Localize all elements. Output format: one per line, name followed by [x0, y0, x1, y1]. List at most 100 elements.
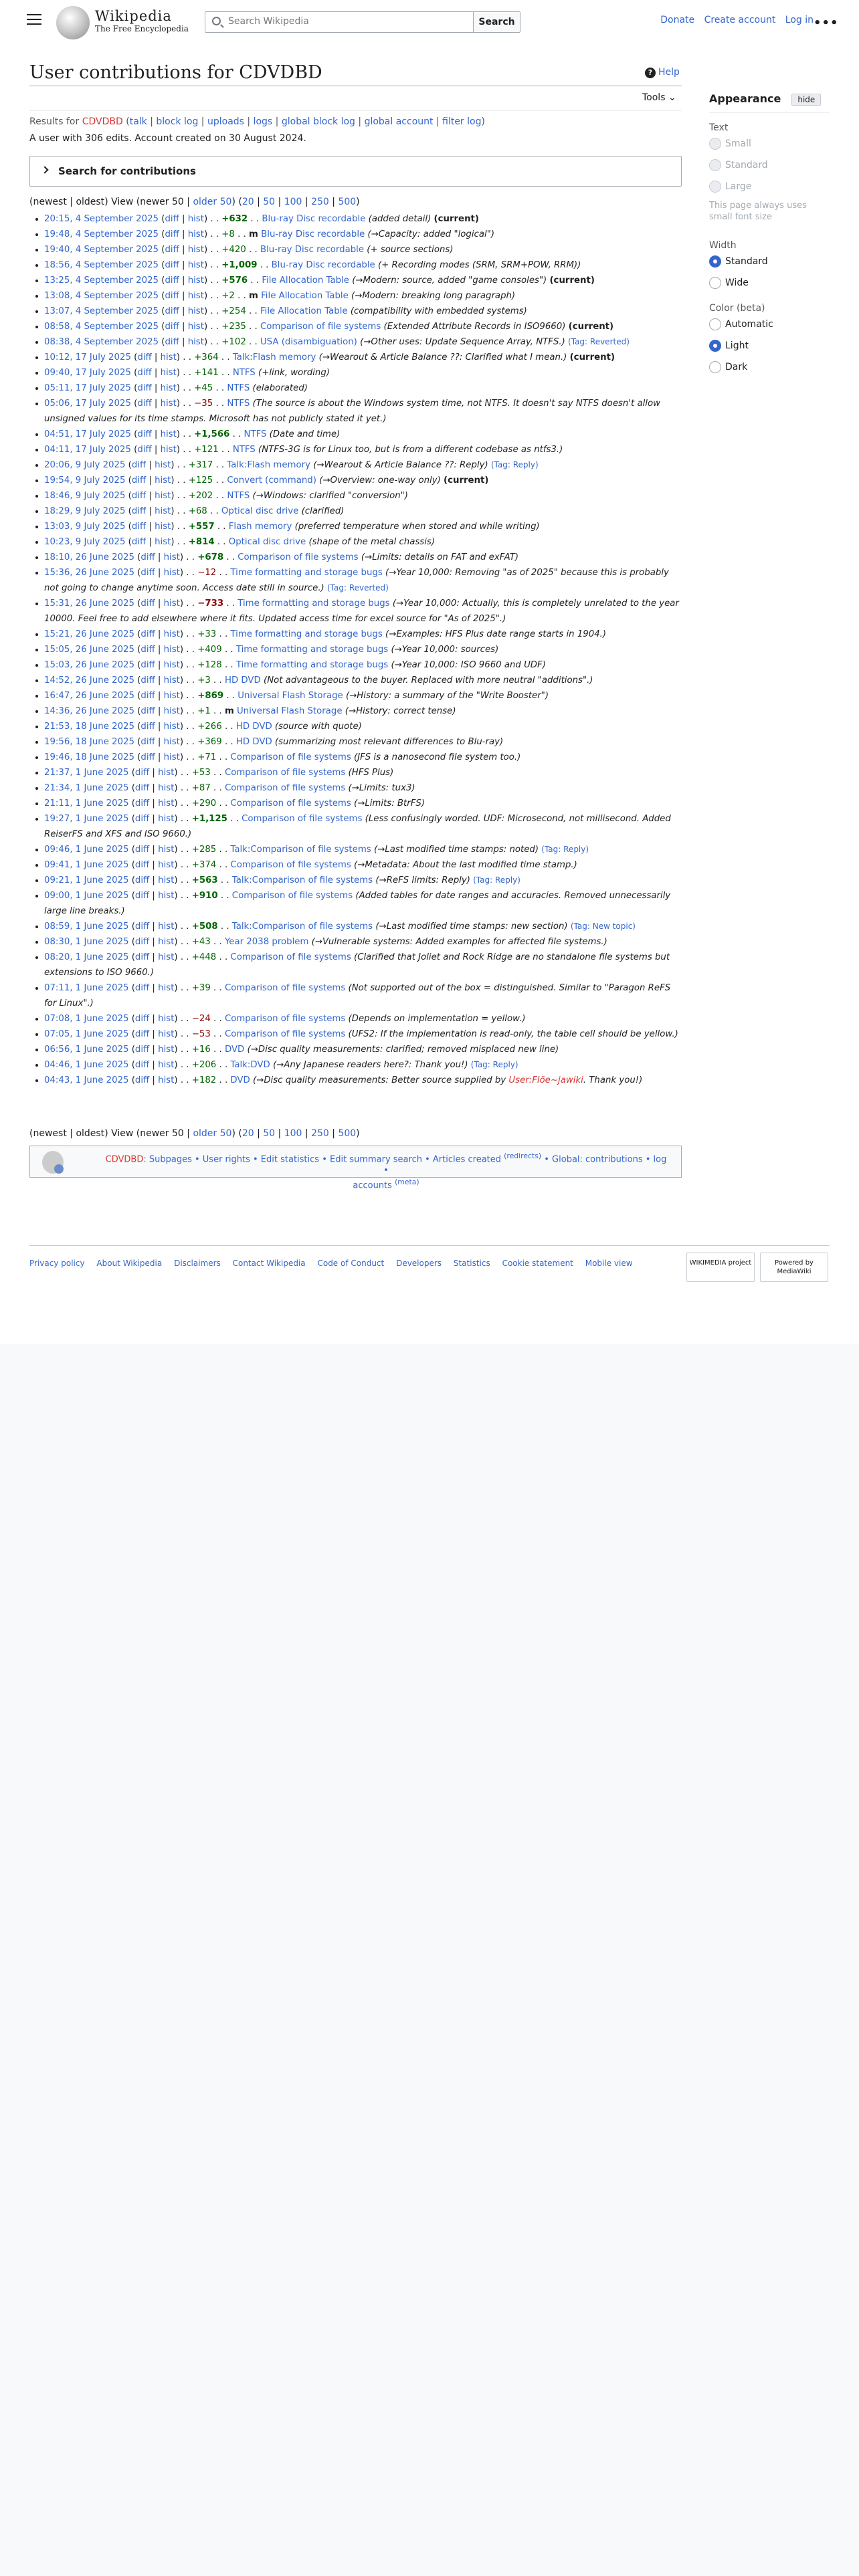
- redirects-link[interactable]: (redirects): [504, 1152, 541, 1160]
- main-menu-icon[interactable]: [27, 14, 41, 26]
- timestamp-link[interactable]: 09:40, 17 July 2025: [44, 368, 131, 378]
- hist-link[interactable]: hist: [158, 922, 174, 932]
- hist-link[interactable]: hist: [158, 798, 174, 809]
- timestamp-link[interactable]: 07:05, 1 June 2025: [44, 1029, 128, 1039]
- timestamp-link[interactable]: 19:46, 18 June 2025: [44, 752, 134, 762]
- limit-20[interactable]: 20: [242, 197, 254, 207]
- diff-link[interactable]: diff: [165, 337, 179, 347]
- hide-button[interactable]: hide: [791, 94, 822, 106]
- help-label[interactable]: Help: [658, 67, 680, 78]
- diff-link[interactable]: diff: [135, 1075, 149, 1085]
- timestamp-link[interactable]: 08:59, 1 June 2025: [44, 922, 128, 932]
- page-link[interactable]: NTFS: [227, 383, 250, 393]
- accounts-link[interactable]: accounts: [353, 1181, 392, 1191]
- disclaimers-link[interactable]: Disclaimers: [174, 1259, 221, 1268]
- timestamp-link[interactable]: 08:58, 4 September 2025: [44, 322, 159, 332]
- page-link[interactable]: Time formatting and storage bugs: [236, 660, 388, 670]
- limit-50[interactable]: 50: [263, 1128, 275, 1139]
- timestamp-link[interactable]: 19:56, 18 June 2025: [44, 737, 134, 747]
- filter-log-link[interactable]: filter log: [442, 116, 481, 127]
- timestamp-link[interactable]: 13:08, 4 September 2025: [44, 291, 159, 301]
- diff-link[interactable]: diff: [132, 506, 146, 516]
- search-input[interactable]: Search Wikipedia: [205, 11, 474, 33]
- page-link[interactable]: Time formatting and storage bugs: [236, 645, 388, 655]
- hist-link[interactable]: hist: [155, 475, 171, 486]
- hist-link[interactable]: hist: [164, 691, 180, 701]
- limit-100[interactable]: 100: [284, 1128, 302, 1139]
- timestamp-link[interactable]: 07:08, 1 June 2025: [44, 1014, 128, 1024]
- mediawiki-badge[interactable]: Powered by MediaWiki: [760, 1253, 828, 1282]
- hist-link[interactable]: hist: [188, 291, 204, 301]
- limit-500[interactable]: 500: [338, 1128, 356, 1139]
- page-link[interactable]: Blu-ray Disc recordable: [262, 214, 365, 224]
- diff-link[interactable]: diff: [135, 875, 149, 885]
- hist-link[interactable]: hist: [188, 276, 204, 286]
- diff-link[interactable]: diff: [165, 291, 179, 301]
- page-link[interactable]: Comparison of file systems: [260, 322, 381, 332]
- timestamp-link[interactable]: 16:47, 26 June 2025: [44, 691, 134, 701]
- hist-link[interactable]: hist: [188, 337, 204, 347]
- radio-icon[interactable]: [709, 318, 721, 330]
- page-link[interactable]: Blu-ray Disc recordable: [260, 245, 364, 255]
- page-link[interactable]: Universal Flash Storage: [237, 691, 343, 701]
- tag-link[interactable]: (Tag: Reverted): [327, 583, 389, 593]
- global-block-log-link[interactable]: global block log: [282, 116, 355, 127]
- tools-label[interactable]: Tools: [642, 92, 666, 103]
- hist-link[interactable]: hist: [188, 214, 204, 224]
- page-link[interactable]: Talk:Comparison of file systems: [232, 922, 373, 932]
- diff-link[interactable]: diff: [140, 568, 155, 578]
- timestamp-link[interactable]: 09:46, 1 June 2025: [44, 845, 128, 855]
- diff-link[interactable]: diff: [135, 1014, 149, 1024]
- donate-link[interactable]: Donate: [660, 15, 694, 25]
- page-link[interactable]: Universal Flash Storage: [237, 706, 342, 716]
- timestamp-link[interactable]: 09:00, 1 June 2025: [44, 891, 128, 901]
- page-link[interactable]: USA (disambiguation): [260, 337, 357, 347]
- diff-link[interactable]: diff: [135, 983, 149, 993]
- diff-link[interactable]: diff: [135, 952, 149, 962]
- diff-link[interactable]: diff: [165, 260, 179, 270]
- diff-link[interactable]: diff: [165, 306, 179, 316]
- hist-link[interactable]: hist: [158, 937, 174, 947]
- page-link[interactable]: Time formatting and storage bugs: [230, 568, 382, 578]
- diff-link[interactable]: diff: [140, 675, 155, 685]
- log-in-link[interactable]: Log in: [785, 15, 814, 25]
- hist-link[interactable]: hist: [158, 875, 174, 885]
- page-link[interactable]: Talk:Comparison of file systems: [232, 875, 373, 885]
- tag-link[interactable]: (Tag: New topic): [571, 922, 636, 931]
- color-automatic-option[interactable]: Automatic: [709, 314, 830, 335]
- color-light-option[interactable]: Light: [709, 335, 830, 356]
- radio-icon[interactable]: [709, 138, 721, 150]
- create-account-link[interactable]: Create account: [704, 15, 776, 25]
- timestamp-link[interactable]: 21:53, 18 June 2025: [44, 722, 134, 732]
- timestamp-link[interactable]: 15:36, 26 June 2025: [44, 568, 134, 578]
- timestamp-link[interactable]: 04:46, 1 June 2025: [44, 1060, 128, 1070]
- tag-link[interactable]: (Tag: Reply): [471, 1060, 518, 1069]
- hist-link[interactable]: hist: [155, 491, 171, 501]
- timestamp-link[interactable]: 13:03, 9 July 2025: [44, 522, 125, 532]
- timestamp-link[interactable]: 15:31, 26 June 2025: [44, 599, 134, 609]
- hist-link[interactable]: hist: [158, 783, 174, 793]
- hist-link[interactable]: hist: [158, 891, 174, 901]
- page-link[interactable]: Talk:Comparison of file systems: [230, 845, 371, 855]
- page-link[interactable]: Comparison of file systems: [225, 1029, 345, 1039]
- diff-link[interactable]: diff: [132, 460, 146, 470]
- page-link[interactable]: Comparison of file systems: [237, 552, 358, 562]
- help-link[interactable]: ? Help: [645, 67, 680, 78]
- hist-link[interactable]: hist: [188, 306, 204, 316]
- diff-link[interactable]: diff: [140, 752, 155, 762]
- timestamp-link[interactable]: 21:34, 1 June 2025: [44, 783, 128, 793]
- hist-link[interactable]: hist: [158, 845, 174, 855]
- page-link[interactable]: Comparison of file systems: [232, 891, 353, 901]
- page-link[interactable]: Talk:DVD: [230, 1060, 270, 1070]
- diff-link[interactable]: diff: [140, 691, 155, 701]
- hist-link[interactable]: hist: [158, 1014, 174, 1024]
- page-link[interactable]: Blu-ray Disc recordable: [272, 260, 375, 270]
- older-link[interactable]: older 50: [193, 1128, 231, 1139]
- timestamp-link[interactable]: 06:56, 1 June 2025: [44, 1045, 128, 1055]
- page-link[interactable]: Comparison of file systems: [225, 783, 345, 793]
- diff-link[interactable]: diff: [137, 368, 151, 378]
- tag-link[interactable]: (Tag: Reverted): [568, 337, 630, 346]
- mobile-view-link[interactable]: Mobile view: [585, 1259, 633, 1268]
- timestamp-link[interactable]: 13:25, 4 September 2025: [44, 276, 159, 286]
- timestamp-link[interactable]: 04:51, 17 July 2025: [44, 429, 131, 439]
